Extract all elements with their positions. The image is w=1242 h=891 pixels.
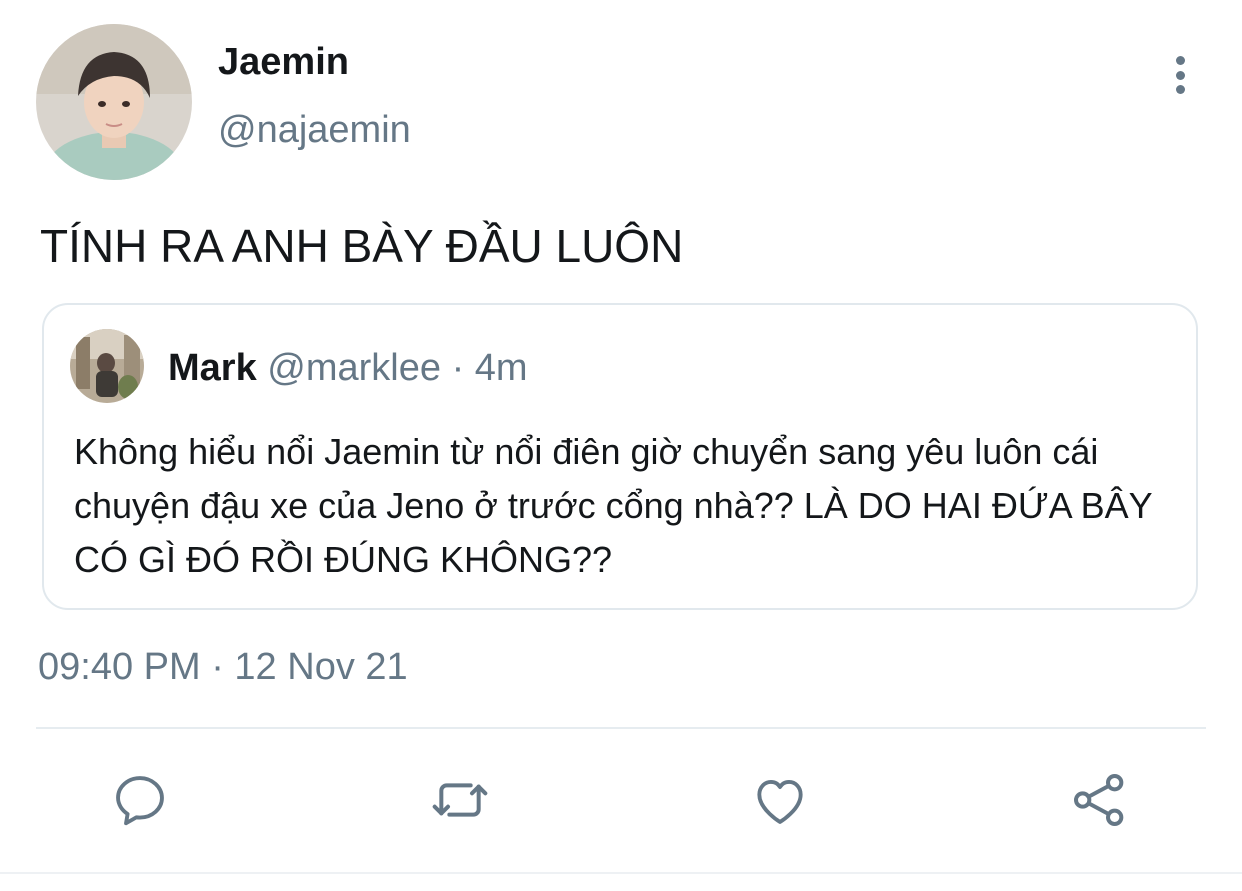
share-icon (1074, 774, 1124, 826)
quoted-author-avatar (70, 329, 144, 403)
tweet-timestamp: 09:40 PM · 12 Nov 21 (38, 646, 408, 688)
like-button[interactable] (748, 768, 812, 832)
bottom-divider (0, 872, 1242, 874)
more-vertical-icon (1175, 56, 1185, 65)
retweet-icon (432, 783, 488, 817)
quoted-tweet-card[interactable]: Mark @marklee · 4m Không hiểu nổi Jaemin… (42, 303, 1198, 610)
share-button[interactable] (1068, 768, 1132, 832)
more-options-button[interactable] (1160, 52, 1200, 98)
author-avatar-image (36, 24, 192, 180)
quoted-tweet-header: Mark @marklee · 4m (168, 345, 528, 391)
quoted-tweet-time: · 4m (441, 347, 528, 389)
reply-button[interactable] (108, 768, 172, 832)
retweet-button[interactable] (428, 768, 492, 832)
author-avatar[interactable] (36, 24, 192, 180)
author-handle[interactable]: @najaemin (218, 108, 411, 152)
divider (36, 727, 1206, 729)
quoted-author-name[interactable]: Mark (168, 347, 257, 389)
tweet-text: TÍNH RA ANH BÀY ĐẦU LUÔN (40, 220, 684, 272)
author-display-name[interactable]: Jaemin (218, 40, 349, 84)
like-icon (757, 779, 803, 824)
quoted-author-avatar-image (70, 329, 144, 403)
quoted-author-handle[interactable]: @marklee (267, 347, 441, 389)
reply-icon (116, 776, 164, 826)
quoted-tweet-text: Không hiểu nổi Jaemin từ nổi điên giờ ch… (74, 431, 1152, 580)
